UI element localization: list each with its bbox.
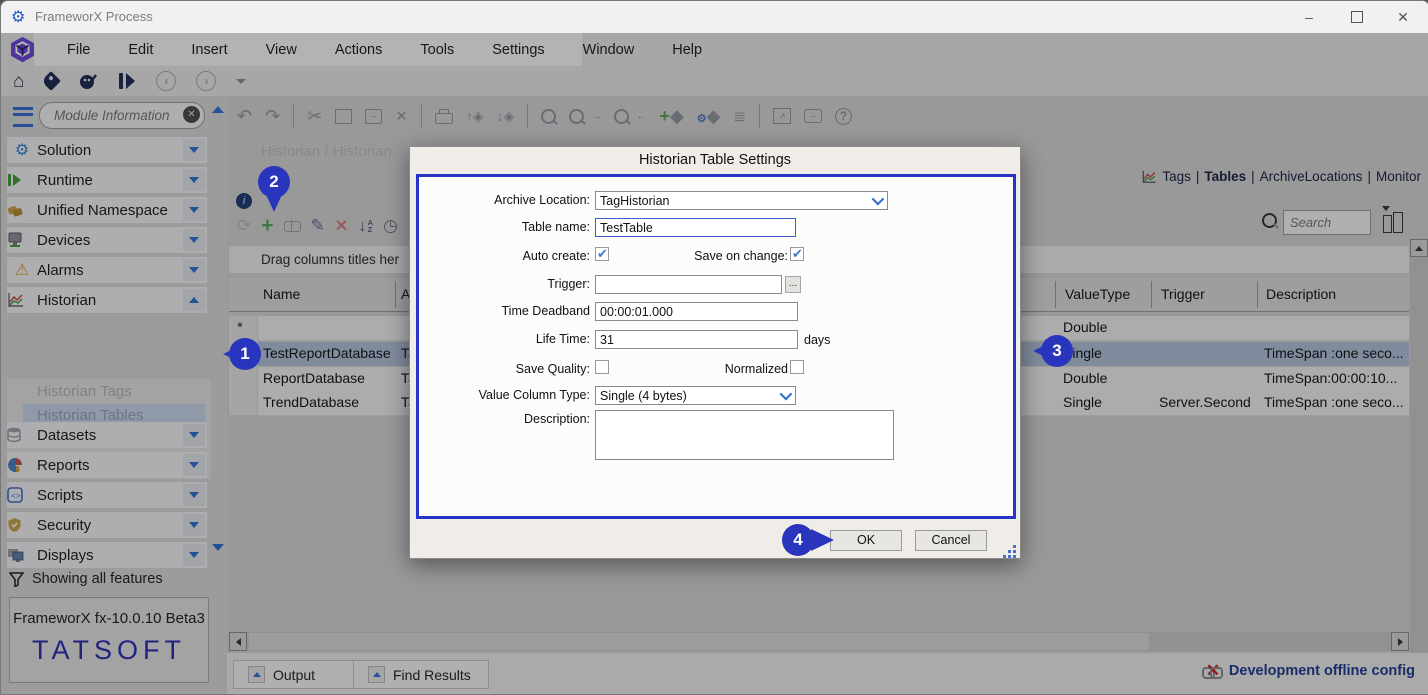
title-bar: ⚙ FrameworX Process – ✕ <box>1 1 1428 34</box>
trigger-input[interactable] <box>595 275 782 294</box>
callout-4-arrow <box>811 529 845 551</box>
save-on-change-label: Save on change: <box>595 249 788 263</box>
cancel-button[interactable]: Cancel <box>915 530 987 551</box>
value-column-type-label: Value Column Type: <box>425 388 590 402</box>
life-time-input[interactable] <box>595 330 798 349</box>
save-quality-label: Save Quality: <box>425 362 590 376</box>
minimize-button[interactable]: – <box>1289 5 1329 29</box>
life-time-label: Life Time: <box>425 332 590 346</box>
archive-location-combo[interactable]: TagHistorian <box>595 191 888 210</box>
normalized-label: Normalized <box>595 362 788 376</box>
save-on-change-checkbox[interactable] <box>790 247 804 261</box>
app-gear-icon: ⚙ <box>11 7 25 27</box>
value-column-type-combo[interactable]: Single (4 bytes) <box>595 386 796 405</box>
maximize-icon <box>1351 11 1363 23</box>
trigger-label: Trigger: <box>425 277 590 291</box>
description-textarea[interactable] <box>595 410 894 460</box>
auto-create-label: Auto create: <box>425 249 590 263</box>
chevron-down-icon <box>780 388 793 401</box>
time-deadband-label: Time Deadband <box>425 304 590 318</box>
table-name-input[interactable] <box>595 218 796 237</box>
description-label: Description: <box>425 412 590 426</box>
window-title: FrameworX Process <box>35 9 153 24</box>
maximize-button[interactable] <box>1337 5 1377 29</box>
days-suffix-label: days <box>804 333 830 347</box>
callout-badge-3: 3 <box>1041 335 1073 367</box>
close-button[interactable]: ✕ <box>1383 5 1423 29</box>
normalized-checkbox[interactable] <box>790 360 804 374</box>
callout-badge-1: 1 <box>229 338 261 370</box>
dialog-footer: OK Cancel <box>410 521 1022 560</box>
chevron-down-icon <box>872 193 885 206</box>
combo-value: Single (4 bytes) <box>600 389 687 403</box>
callout-badge-2: 2 <box>258 166 290 198</box>
time-deadband-input[interactable] <box>595 302 798 321</box>
table-name-label: Table name: <box>425 220 590 234</box>
app-window: ⚙ FrameworX Process – ✕ File Edit Insert… <box>0 0 1428 695</box>
dialog-body: Archive Location: TagHistorian Table nam… <box>416 174 1016 519</box>
historian-table-settings-dialog: Historian Table Settings Archive Locatio… <box>409 146 1021 559</box>
dialog-title: Historian Table Settings <box>410 147 1020 174</box>
callout-badge-4: 4 <box>782 524 814 556</box>
resize-grip[interactable] <box>1013 545 1016 548</box>
combo-value: TagHistorian <box>600 194 669 208</box>
archive-location-label: Archive Location: <box>425 193 590 207</box>
trigger-browse-button[interactable]: ... <box>785 276 801 293</box>
